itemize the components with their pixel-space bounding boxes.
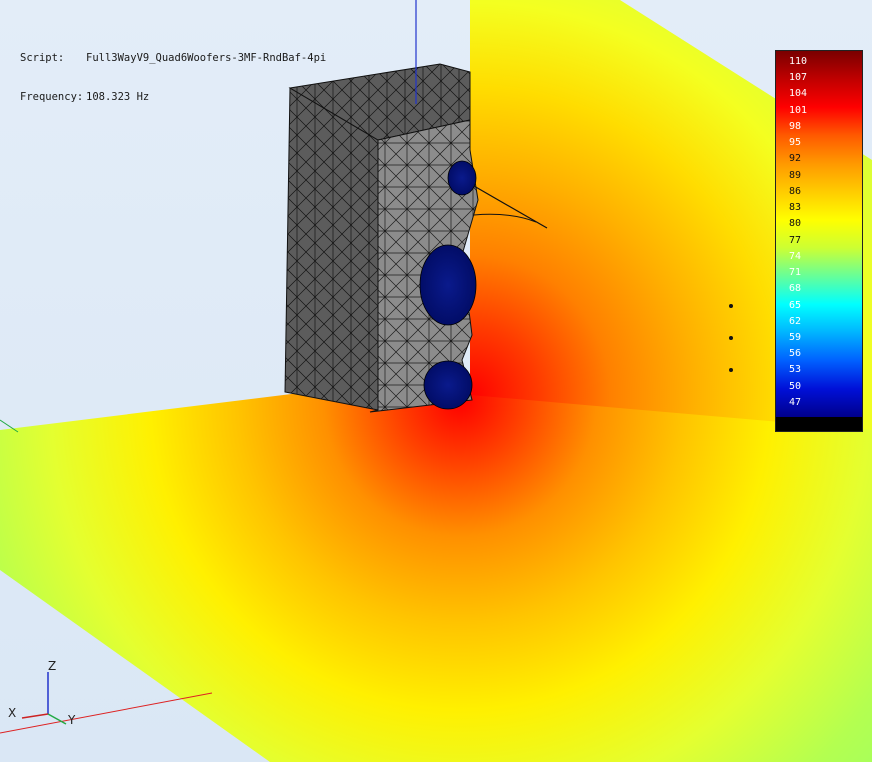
- frequency-row: Frequency: 108.323 Hz: [20, 91, 326, 104]
- probe-point-2: [729, 336, 733, 340]
- colorbar-tick: 47: [789, 396, 802, 408]
- frequency-label: Frequency:: [20, 91, 84, 103]
- script-label: Script:: [20, 52, 65, 64]
- colorbar-tick: 101: [789, 104, 808, 116]
- colorbar-tick: 62: [789, 315, 802, 327]
- colorbar-tick: 59: [789, 331, 802, 343]
- probe-point-1: [729, 304, 733, 308]
- colorbar-tick: 95: [789, 137, 802, 149]
- probe-point-3: [729, 368, 733, 372]
- colorbar-tick: 50: [789, 380, 802, 392]
- y-axis-label: Y: [68, 713, 76, 727]
- simulation-info: Script: Full3WayV9_Quad6Woofers-3MF-RndB…: [20, 26, 326, 130]
- colorbar-tick: 98: [789, 120, 802, 132]
- colorbar-tick: 71: [789, 267, 802, 279]
- colorbar-tick: 68: [789, 283, 802, 295]
- colorbar-tick: 77: [789, 234, 802, 246]
- colorbar-tick: 104: [789, 88, 808, 100]
- upper-woofer-driver: [419, 244, 477, 326]
- colorbar-tick: 80: [789, 218, 802, 230]
- 3d-viewport[interactable]: Script: Full3WayV9_Quad6Woofers-3MF-RndB…: [0, 0, 872, 762]
- colorbar-tick: 56: [789, 348, 802, 360]
- colorbar-ticks: 110 107 104 101 98 95 92 89 86 83 80 77 74 71 68 65 62 59…: [789, 56, 849, 408]
- cabinet-side-face: [284, 87, 379, 411]
- spl-colorbar: 110 107 104 101 98 95 92 89 86 83 80 77 74 71 68 65 62 59…: [775, 50, 863, 432]
- tweeter-driver: [447, 160, 477, 196]
- colorbar-tick: 53: [789, 364, 802, 376]
- script-row: Script: Full3WayV9_Quad6Woofers-3MF-RndB…: [20, 52, 326, 65]
- colorbar-tick: 92: [789, 153, 802, 165]
- colorbar-tick: 86: [789, 185, 802, 197]
- x-axis-label: X: [8, 706, 17, 720]
- horizontal-field-plane: [0, 388, 872, 762]
- x-axis-line: [0, 692, 213, 734]
- colorbar-tick: 65: [789, 299, 802, 311]
- z-axis-label: Z: [48, 659, 57, 673]
- colorbar-tick: 107: [789, 72, 808, 84]
- axis-triad: [21, 672, 67, 725]
- script-value: Full3WayV9_Quad6Woofers-3MF-RndBaf-4pi: [86, 52, 327, 64]
- lower-woofer-driver: [423, 360, 473, 410]
- colorbar-tick: 110: [789, 56, 808, 67]
- colorbar-tick: 83: [789, 202, 802, 214]
- frequency-value: 108.323 Hz: [86, 91, 150, 103]
- colorbar-tick: 89: [789, 169, 802, 181]
- colorbar-tick: 74: [789, 250, 802, 262]
